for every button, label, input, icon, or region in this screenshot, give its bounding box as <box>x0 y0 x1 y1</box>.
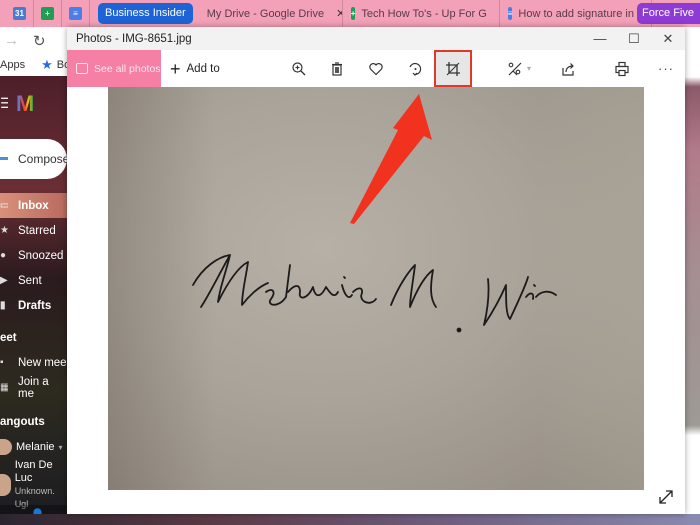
nav-label: Starred <box>18 224 56 237</box>
calendar-icon: 31 <box>13 7 26 20</box>
meet-section-title: eet <box>0 332 17 344</box>
plus-icon: + <box>170 58 181 79</box>
see-all-label: See all photos <box>94 62 161 75</box>
keyboard-icon: ▦ <box>0 382 8 393</box>
menu-icon[interactable]: ☰ <box>0 95 8 112</box>
browser-tabstrip: 31 + ≡ Business Insider My Drive - Googl… <box>0 0 700 27</box>
tab-calendar[interactable]: 31 <box>6 0 34 27</box>
browser-toolbar: → ↻ <box>0 27 67 54</box>
signature-drawing <box>192 254 557 333</box>
share-icon <box>562 62 574 76</box>
bookmark-star-icon: ★ <box>41 57 53 72</box>
clock-icon: ● <box>0 250 7 261</box>
rotate-icon <box>409 62 422 76</box>
gmail-sidebar: ☰ M Compose ▭ Inbox ★ Starred ● Snoozed … <box>0 76 67 525</box>
nav-label: Snoozed <box>18 249 64 262</box>
zoom-in-icon <box>292 61 306 75</box>
hangouts-contact[interactable]: Ivan De Luc Unknown. Ugl <box>0 459 67 509</box>
contact-name: Ivan De Luc <box>14 459 53 484</box>
meet-join-meeting[interactable]: ▦ Join a me <box>0 375 67 400</box>
more-icon: ··· <box>658 61 674 76</box>
zoom-in-button[interactable] <box>280 50 318 87</box>
star-icon: ★ <box>0 225 8 236</box>
reload-icon[interactable]: ↻ <box>33 32 46 50</box>
photos-titlebar: Photos - IMG-8651.jpg — ☐ ✕ <box>67 27 685 50</box>
print-icon <box>615 61 629 76</box>
docs-icon: ≡ <box>69 7 82 20</box>
tab-sheets[interactable]: + <box>34 0 62 27</box>
user-name: Melanie <box>16 441 55 453</box>
close-tab-icon[interactable]: ✕ <box>336 7 342 20</box>
nav-label: Join a me <box>18 375 49 400</box>
nav-drafts[interactable]: ▮ Drafts <box>0 293 67 318</box>
nav-label: New mee <box>18 356 67 369</box>
bookmarks-bar: Apps ★ Boo <box>0 54 76 76</box>
hangouts-section-title: angouts <box>0 416 45 428</box>
nav-inbox[interactable]: ▭ Inbox <box>0 193 67 218</box>
window-controls: — ☐ ✕ <box>583 27 685 50</box>
add-to-label: Add to <box>186 62 220 75</box>
compose-label: Compose <box>18 152 67 166</box>
expand-icon <box>659 490 673 504</box>
crop-button[interactable] <box>434 50 472 87</box>
tab-how-to-add-signature[interactable]: ≡ How to add signature in ✕ <box>500 0 652 27</box>
minimize-button[interactable]: — <box>583 27 617 50</box>
nav-snoozed[interactable]: ● Snoozed <box>0 243 67 268</box>
background-right <box>685 27 700 525</box>
nav-label: Drafts <box>18 299 52 312</box>
sheets-icon: + <box>41 7 54 20</box>
draft-icon: ▮ <box>0 300 6 311</box>
crop-icon <box>446 61 460 76</box>
tab-title: Tech How To's - Up For G <box>361 7 487 20</box>
more-options-button[interactable]: ··· <box>647 50 685 87</box>
heart-icon <box>369 62 383 75</box>
gmail-logo[interactable]: M <box>16 91 34 117</box>
hangouts-user[interactable]: Melanie ▾ <box>0 434 67 460</box>
favorite-button[interactable] <box>357 50 395 87</box>
avatar <box>0 439 12 455</box>
forward-icon[interactable]: → <box>4 32 19 49</box>
edit-icon <box>508 62 522 75</box>
nav-label: Inbox <box>18 199 49 212</box>
nav-label: Sent <box>18 274 42 287</box>
tab-title: My Drive - Google Drive <box>206 7 325 20</box>
tab-group-business-insider[interactable]: Business Insider <box>98 3 193 24</box>
expand-fullscreen-button[interactable] <box>657 488 675 506</box>
tab-title: How to add signature in <box>518 7 634 20</box>
docs-icon: ≡ <box>507 7 513 20</box>
photos-window: Photos - IMG-8651.jpg — ☐ ✕ See all phot… <box>67 27 685 514</box>
share-button[interactable] <box>549 50 587 87</box>
sheets-icon: + <box>350 7 356 20</box>
rotate-button[interactable] <box>396 50 434 87</box>
nav-sent[interactable]: ▶ Sent <box>0 268 67 293</box>
edit-create-button[interactable]: ▾ <box>494 50 544 87</box>
background-bottom <box>0 514 700 525</box>
tab-tech-how-tos[interactable]: + Tech How To's - Up For G ✕ <box>343 0 500 27</box>
nav-starred[interactable]: ★ Starred <box>0 218 67 243</box>
window-title: Photos - IMG-8651.jpg <box>76 32 192 45</box>
add-to-button[interactable]: + Add to <box>170 60 220 78</box>
chevron-down-icon: ▾ <box>58 442 63 452</box>
tab-group-force-five[interactable]: Force Five <box>637 3 700 24</box>
video-icon: ▪ <box>0 357 4 368</box>
chevron-down-icon: ▾ <box>526 64 531 73</box>
delete-icon <box>332 61 342 76</box>
compose-button[interactable]: Compose <box>0 139 67 179</box>
bookmark-apps[interactable]: Apps <box>0 59 25 71</box>
print-button[interactable] <box>603 50 641 87</box>
delete-button[interactable] <box>318 50 356 87</box>
tab-docs[interactable]: ≡ <box>62 0 90 27</box>
send-icon: ▶ <box>0 275 8 286</box>
photos-command-bar: See all photos + Add to ▾ ··· <box>67 50 685 87</box>
see-all-photos-button[interactable]: See all photos <box>67 50 161 87</box>
avatar <box>0 474 11 496</box>
close-button[interactable]: ✕ <box>651 27 685 50</box>
tab-google-drive[interactable]: My Drive - Google Drive ✕ <box>193 0 343 27</box>
gmail-header: ☰ M <box>0 76 67 131</box>
inbox-icon: ▭ <box>0 200 8 211</box>
meet-new-meeting[interactable]: ▪ New mee <box>0 350 67 375</box>
photo-image <box>108 87 644 490</box>
photo-icon <box>76 63 88 74</box>
maximize-button[interactable]: ☐ <box>617 27 651 50</box>
